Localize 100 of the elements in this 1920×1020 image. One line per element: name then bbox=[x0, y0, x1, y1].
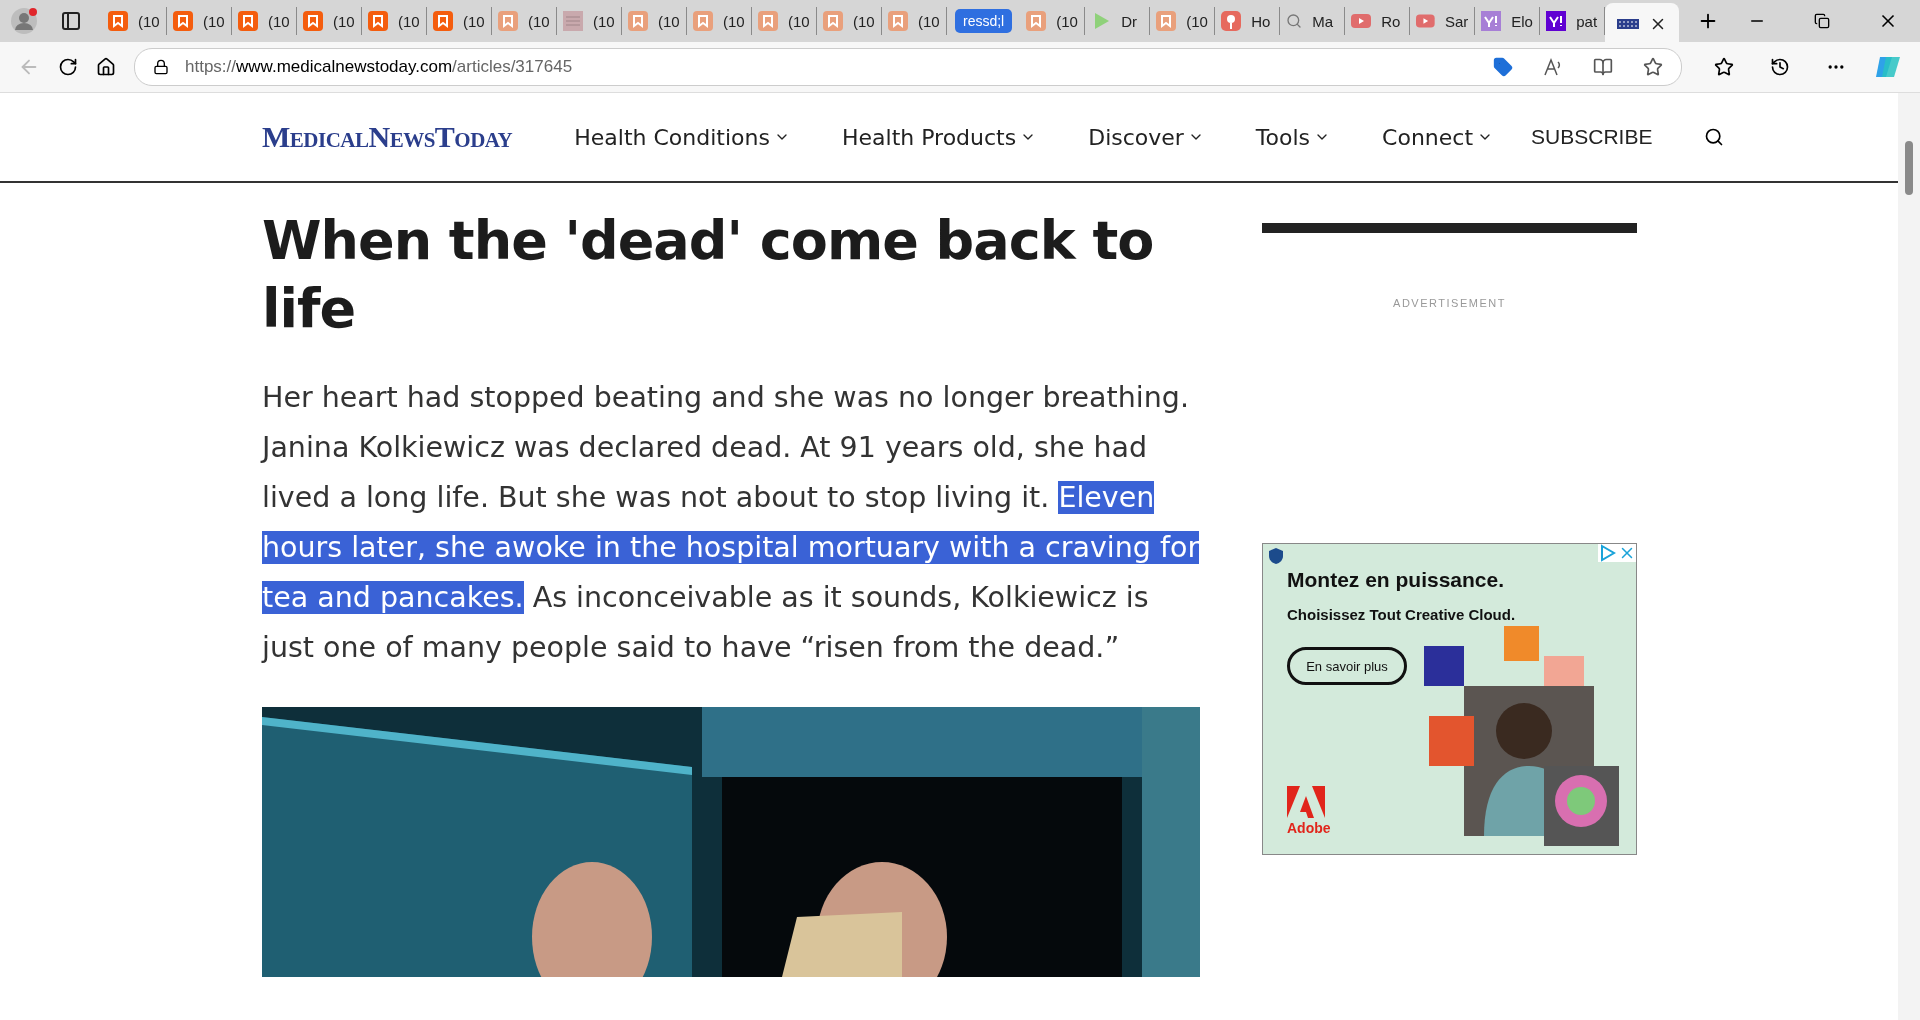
tab-title: Sar bbox=[1444, 12, 1469, 30]
tab-title: Ho bbox=[1251, 12, 1271, 30]
nav-menu-item[interactable]: Tools bbox=[1255, 124, 1331, 150]
tab-title: (10 bbox=[138, 12, 160, 30]
bookmark-icon bbox=[628, 11, 648, 31]
browser-tab[interactable] bbox=[1605, 3, 1680, 45]
bookmark-icon bbox=[108, 11, 128, 31]
nav-menu-item[interactable]: Discover bbox=[1088, 124, 1204, 150]
subscribe-link[interactable]: SUBSCRIBE bbox=[1531, 125, 1653, 149]
thumbnail-icon bbox=[563, 11, 583, 31]
video-icon bbox=[1416, 14, 1435, 28]
tab-title: Ma bbox=[1312, 12, 1334, 30]
browser-tab[interactable]: Elo bbox=[1475, 7, 1541, 35]
bookmark-icon bbox=[1026, 11, 1047, 31]
shield-icon bbox=[1269, 548, 1283, 564]
tab-title: (10 bbox=[853, 12, 875, 30]
bookmark-icon bbox=[693, 11, 713, 31]
browser-tab[interactable]: (10 bbox=[622, 7, 687, 35]
browser-tab[interactable]: (10 bbox=[882, 7, 947, 35]
restore-icon[interactable] bbox=[1814, 13, 1830, 29]
reader-icon[interactable] bbox=[1593, 57, 1613, 77]
scrollbar-thumb[interactable] bbox=[1905, 141, 1913, 195]
ad-info-icon[interactable] bbox=[1598, 544, 1618, 562]
tab-title: pat bbox=[1576, 12, 1598, 30]
article-paragraph: Her heart had stopped beating and she was no longer breathing. Janina Kolkiewicz was declared dead. At 91 years old, she had lived a long life. But she was not about to stop living it. Eleven hours later, she awoke in the hospital mortuary with a craving for tea and pancakes. As inconceivable as it sounds, Kolkiewicz is just one of many people said to have “risen from the dead.” bbox=[262, 380, 1200, 666]
address-field[interactable]: https://www.medicalnewstoday.com/articles/317645 bbox=[134, 48, 1682, 86]
site-icon bbox=[1617, 19, 1640, 29]
tab-title: (10 bbox=[1056, 12, 1078, 30]
bookmark-icon bbox=[1156, 11, 1177, 31]
bookmark-icon bbox=[173, 11, 193, 31]
logo-icon bbox=[1287, 786, 1325, 818]
browser-tab[interactable]: (10 bbox=[167, 7, 232, 35]
tab-title: Elo bbox=[1511, 12, 1533, 30]
bookmark-icon bbox=[238, 11, 258, 31]
browser-tab[interactable]: (10 bbox=[427, 7, 492, 35]
bookmark-icon bbox=[888, 11, 908, 31]
tab-title: (10 bbox=[918, 12, 940, 30]
tab-title: (10 bbox=[268, 12, 290, 30]
video-icon bbox=[1351, 14, 1372, 28]
learn-more-button[interactable]: En savoir plus bbox=[1287, 647, 1407, 685]
browser-tab[interactable]: pat bbox=[1540, 7, 1606, 35]
ad-banner[interactable]: Montez en puissance. Choisissez Tout Creative Cloud. En savoir plus Adobe bbox=[1262, 543, 1637, 855]
tab-title: (10 bbox=[203, 12, 225, 30]
tab-title: (10 bbox=[788, 12, 810, 30]
browser-tab[interactable]: (10 bbox=[492, 7, 557, 35]
lock-icon bbox=[153, 59, 169, 75]
browser-tab[interactable]: (10 bbox=[1020, 7, 1086, 35]
browser-tab[interactable]: Sar bbox=[1410, 7, 1476, 35]
ad-headline: Montez en puissance. bbox=[1287, 568, 1506, 592]
tab-title: (10 bbox=[658, 12, 680, 30]
tab-title: (10 bbox=[723, 12, 745, 30]
brand-name: Adobe bbox=[1287, 820, 1332, 836]
tab-title: (10 bbox=[593, 12, 615, 30]
home-icon[interactable] bbox=[96, 57, 116, 77]
browser-tab[interactable]: (10 bbox=[557, 7, 622, 35]
tab-title: Ro bbox=[1381, 12, 1401, 30]
tab-title: (10 bbox=[463, 12, 485, 30]
browser-tab[interactable]: (10 bbox=[687, 7, 752, 35]
browser-tab[interactable]: Ma bbox=[1280, 7, 1346, 35]
search-icon[interactable] bbox=[1704, 127, 1725, 147]
search-icon bbox=[1286, 13, 1303, 29]
nav-menu-item[interactable]: Connect bbox=[1382, 124, 1494, 150]
ad-subline: Choisissez Tout Creative Cloud. bbox=[1287, 606, 1517, 623]
tag-icon[interactable] bbox=[1493, 57, 1513, 77]
favorites-icon[interactable] bbox=[1714, 57, 1734, 77]
history-icon[interactable] bbox=[1770, 57, 1790, 77]
yahoo-icon bbox=[1546, 11, 1567, 31]
tab-title: (10 bbox=[398, 12, 420, 30]
browser-tab[interactable]: Ho bbox=[1215, 7, 1281, 35]
browser-tab[interactable]: (10 bbox=[752, 7, 817, 35]
pin-icon bbox=[1221, 11, 1242, 31]
nav-menu-item[interactable]: Health Conditions bbox=[574, 124, 790, 150]
tab-group-label[interactable]: ressd;l bbox=[955, 9, 1013, 33]
bookmark-icon bbox=[498, 11, 518, 31]
tab-title: (10 bbox=[528, 12, 550, 30]
bookmark-icon bbox=[433, 11, 453, 31]
bookmark-icon bbox=[303, 11, 323, 31]
favorite-icon[interactable] bbox=[1643, 57, 1663, 77]
browser-tab[interactable]: Ro bbox=[1345, 7, 1411, 35]
browser-tab[interactable]: (10 bbox=[232, 7, 297, 35]
browser-tab[interactable]: (10 bbox=[297, 7, 362, 35]
bookmark-icon bbox=[823, 11, 843, 31]
tab-actions-icon[interactable] bbox=[62, 12, 80, 30]
browser-tab[interactable]: (10 bbox=[1150, 7, 1216, 35]
bookmark-icon bbox=[758, 11, 778, 31]
browser-tab[interactable]: (10 bbox=[102, 7, 167, 35]
browser-tab[interactable]: Dr bbox=[1085, 7, 1151, 35]
profile-icon[interactable] bbox=[10, 7, 38, 35]
article-title: When the 'dead' come back to life bbox=[262, 208, 1155, 342]
reload-icon[interactable] bbox=[58, 57, 78, 77]
tab-title: Dr bbox=[1121, 12, 1138, 30]
tab-title: (10 bbox=[1186, 12, 1208, 30]
bookmark-icon bbox=[368, 11, 388, 31]
browser-tab[interactable]: (10 bbox=[362, 7, 427, 35]
ad-label: ADVERTISEMENT bbox=[1392, 297, 1507, 309]
yahoo-icon bbox=[1481, 11, 1502, 31]
read-aloud-icon[interactable] bbox=[1543, 57, 1563, 77]
site-logo[interactable]: MedicalNewsToday bbox=[262, 120, 513, 154]
browser-tab[interactable]: (10 bbox=[817, 7, 882, 35]
nav-menu-item[interactable]: Health Products bbox=[841, 124, 1037, 150]
